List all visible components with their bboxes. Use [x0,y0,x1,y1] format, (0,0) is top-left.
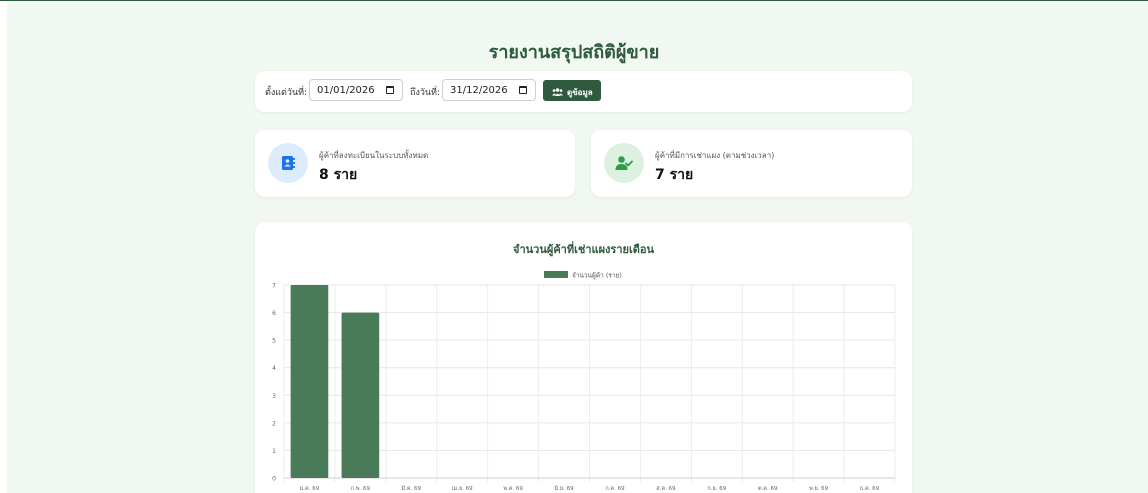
stat-card-renting: ผู้ค้าที่มีการเช่าแผง (ตามช่วงเวลา) 7 รา… [591,130,912,197]
stat-label: ผู้ค้าที่ลงทะเบียนในระบบทั้งหมด [319,151,429,160]
stat-label: ผู้ค้าที่มีการเช่าแผง (ตามช่วงเวลา) [655,151,775,160]
user-check-icon [604,143,644,183]
stat-card-registered: ผู้ค้าที่ลงทะเบียนในระบบทั้งหมด 8 ราย [255,130,575,197]
view-data-button[interactable]: ดูข้อมูล [543,80,601,101]
y-tick-label: 7 [272,283,276,290]
from-date-label: ตั้งแต่วันที่: [265,88,308,98]
x-tick-label: เม.ย. 69 [452,486,473,492]
calendar-icon[interactable] [386,86,394,94]
chart-card: จำนวนผู้ค้าที่เช่าแผงรายเดือน 0 1 2 3 4 5 6 7 จำ… [255,222,912,493]
x-tick-label: พ.ค. 69 [503,486,523,492]
y-tick-label: 3 [272,393,276,400]
from-date-input[interactable]: 01/01/2026 [309,79,403,101]
to-date-input[interactable]: 31/12/2026 [442,79,536,101]
x-tick-label: ธ.ค. 69 [860,485,880,492]
legend-label: จำนวนผู้ค้า (ราย) [572,272,622,280]
users-icon [552,87,563,98]
from-date-value: 01/01/2026 [317,85,375,96]
x-tick-label: ก.ย. 69 [707,486,726,492]
page: รายงานสรุปสถิติผู้ขาย ตั้งแต่วันที่: 01/… [0,0,1148,493]
y-tick-label: 4 [272,365,276,372]
contact-book-icon [268,143,308,183]
x-tick-label: ต.ค. 69 [758,486,778,492]
y-tick-label: 0 [272,476,276,483]
x-tick-label: มิ.ย. 69 [554,485,574,492]
x-tick-label: มี.ค. 69 [401,485,421,492]
legend-swatch [544,271,568,278]
bar [341,312,380,478]
x-tick-label: ส.ค. 69 [656,485,676,492]
filter-card: ตั้งแต่วันที่: 01/01/2026 ถึงวันที่: 31/… [255,71,912,112]
bar [290,285,329,478]
x-tick-label: ก.ค. 69 [605,486,625,492]
y-tick-label: 1 [272,448,276,455]
stat-value: 8 ราย [319,167,358,183]
x-tick-label: ม.ค. 69 [300,486,320,492]
left-strip [0,1,7,493]
y-tick-label: 2 [272,420,276,427]
x-tick-label: ก.พ. 69 [351,486,371,492]
to-date-label: ถึงวันที่: [410,88,441,98]
page-title: รายงานสรุปสถิติผู้ขาย [488,42,660,63]
stat-value: 7 ราย [655,167,694,183]
y-tick-label: 5 [272,338,276,345]
to-date-value: 31/12/2026 [450,85,508,96]
view-data-label: ดูข้อมูล [567,88,593,97]
x-tick-label: พ.ย. 69 [809,486,829,492]
bar-chart: 0 1 2 3 4 5 6 7 จำนวนผู้ค้า (ราย) ม.ค. 69 ก.พ. 69 ม… [272,271,896,492]
calendar-icon[interactable] [519,86,527,94]
y-tick-label: 6 [272,310,276,317]
